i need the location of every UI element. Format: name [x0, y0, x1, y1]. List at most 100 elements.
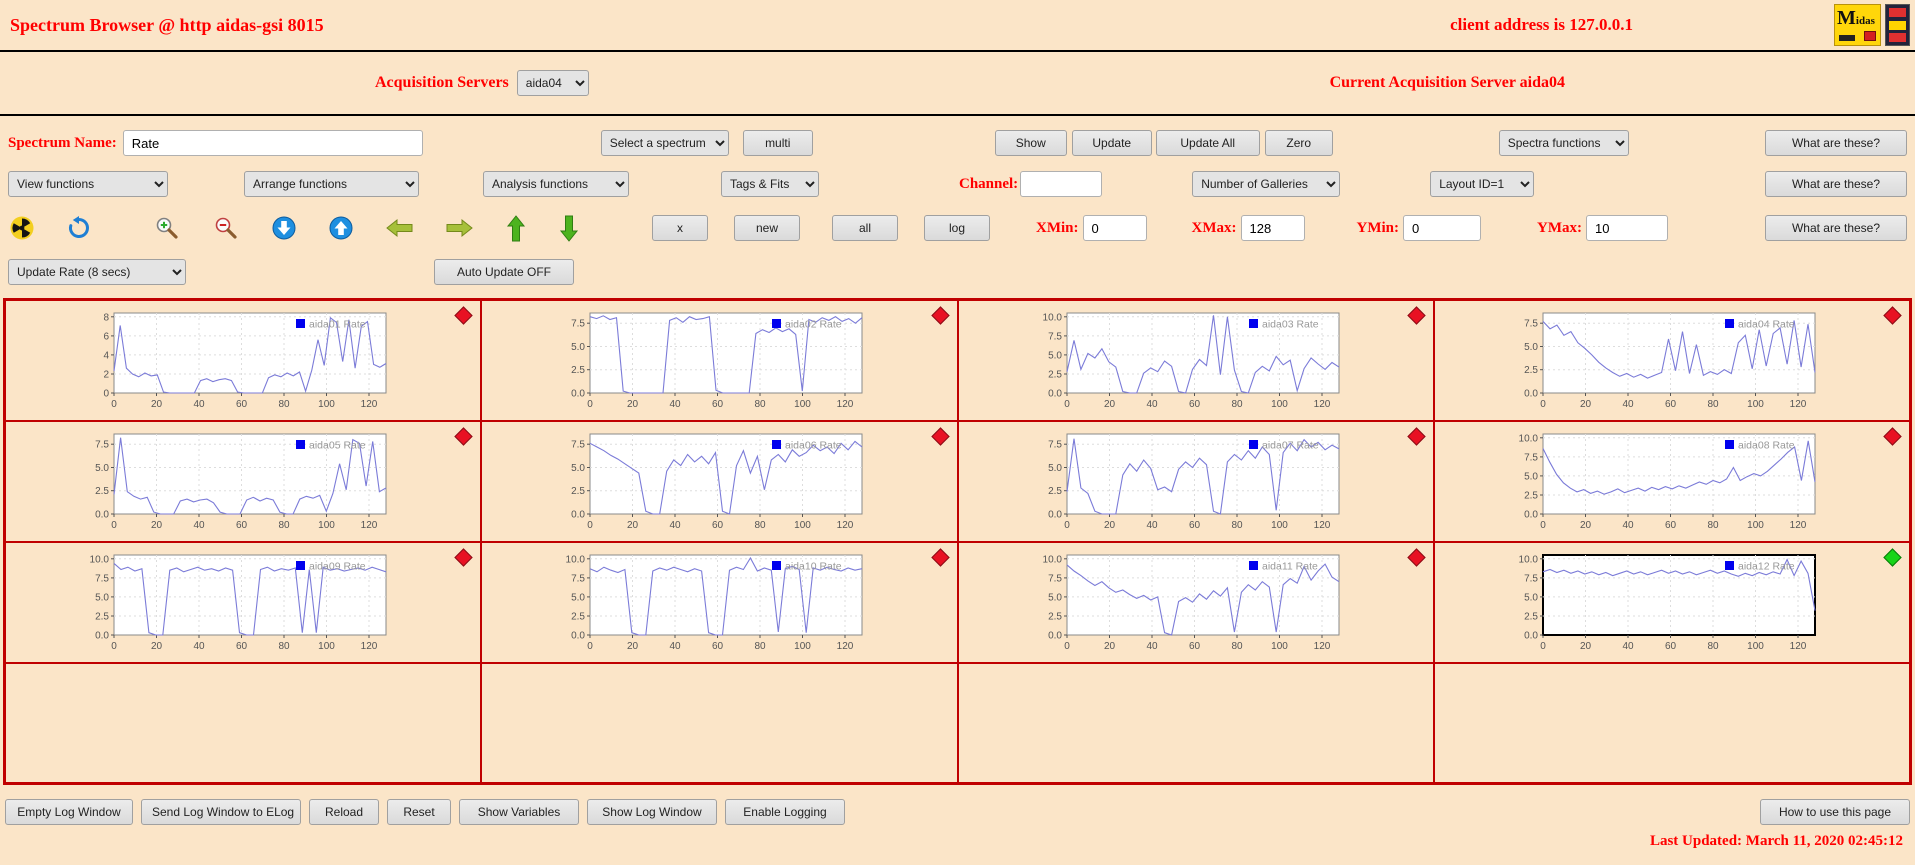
- acquisition-server-select[interactable]: aida04: [516, 70, 589, 96]
- spectrum-panel[interactable]: 0.0 2.5 5.0 7.5 10.0 0 20 40 60 80 100 120 aida11 Ra…: [957, 542, 1434, 663]
- spectrum-panel[interactable]: 0.0 2.5 5.0 7.5 10.0 0 20 40 60 80 100 120 aida10 Ra…: [481, 542, 958, 663]
- svg-text:120: 120: [1313, 641, 1330, 652]
- svg-text:0: 0: [1064, 399, 1070, 410]
- spectrum-panel[interactable]: 0.0 2.5 5.0 7.5 10.0 0 20 40 60 80 100 120 aida08 Ra…: [1433, 421, 1910, 542]
- reload-button[interactable]: Reload: [309, 799, 379, 825]
- svg-text:aida01 Rate: aida01 Rate: [309, 319, 366, 331]
- pan-left-icon[interactable]: [386, 218, 413, 238]
- help-button-functions[interactable]: What are these?: [1765, 171, 1907, 197]
- reset-button[interactable]: Reset: [387, 799, 451, 825]
- current-server-text: Current Acquisition Server aida04: [1329, 74, 1565, 91]
- svg-text:40: 40: [1146, 641, 1158, 652]
- svg-text:120: 120: [1313, 399, 1330, 410]
- spectrum-panel[interactable]: 0.0 2.5 5.0 7.5 0 20 40 60 80 100 120 aida07 Rate: [957, 421, 1434, 542]
- scale-up-icon[interactable]: [329, 216, 353, 240]
- svg-text:2.5: 2.5: [1048, 612, 1062, 623]
- svg-text:2.5: 2.5: [95, 612, 109, 623]
- rate-chart: 0.0 2.5 5.0 7.5 10.0 0 20 40 60 80 100 120 aida10 Ra…: [566, 554, 863, 652]
- help-button-spectrum[interactable]: What are these?: [1765, 130, 1907, 156]
- svg-text:40: 40: [193, 399, 205, 410]
- svg-text:aida04 Rate: aida04 Rate: [1738, 319, 1795, 331]
- zoom-out-icon[interactable]: [213, 215, 239, 241]
- help-button-zoom[interactable]: What are these?: [1765, 215, 1907, 241]
- send-log-to-elog-button[interactable]: Send Log Window to ELog: [141, 799, 301, 825]
- spectrum-panel[interactable]: 0.0 2.5 5.0 7.5 0 20 40 60 80 100 120 aida05 Rate: [5, 421, 482, 542]
- svg-text:100: 100: [1271, 399, 1288, 410]
- spectrum-panel[interactable]: 0 2 4 6 8 0 20 40 60 80 100 120 aida01 Rate: [5, 300, 482, 421]
- new-button[interactable]: new: [734, 215, 800, 241]
- ymin-input[interactable]: [1403, 215, 1481, 241]
- spectrum-panel[interactable]: 0.0 2.5 5.0 7.5 0 20 40 60 80 100 120 aida04 Rate: [1433, 300, 1910, 421]
- channel-input[interactable]: [1020, 171, 1103, 197]
- radiation-icon[interactable]: [10, 216, 34, 240]
- spectrum-panel[interactable]: 0.0 2.5 5.0 7.5 0 20 40 60 80 100 120 aida06 Rate: [481, 421, 958, 542]
- zero-button[interactable]: Zero: [1264, 130, 1333, 156]
- spectrum-panel[interactable]: 0.0 2.5 5.0 7.5 10.0 0 20 40 60 80 100 120 aida12 Ra…: [1433, 542, 1910, 663]
- number-of-galleries-dropdown[interactable]: Number of Galleries: [1192, 171, 1341, 197]
- svg-text:100: 100: [1747, 520, 1764, 531]
- svg-text:80: 80: [755, 641, 767, 652]
- footer-bar: Empty Log Window Send Log Window to ELog…: [0, 799, 1915, 825]
- scale-down-icon[interactable]: [272, 216, 296, 240]
- spectrum-panel[interactable]: 0.0 2.5 5.0 7.5 10.0 0 20 40 60 80 100 120 aida09 Ra…: [5, 542, 482, 663]
- server-bar: Acquisition Servers aida04 Current Acqui…: [0, 52, 1915, 114]
- show-button[interactable]: Show: [994, 130, 1067, 156]
- spectrum-bar: Spectrum Name: Select a spectrum multi S…: [0, 124, 1915, 162]
- spectrum-panel[interactable]: 0.0 2.5 5.0 7.5 10.0 0 20 40 60 80 100 120 aida03 Ra…: [957, 300, 1434, 421]
- spectrum-panel[interactable]: 0.0 2.5 5.0 7.5 0 20 40 60 80 100 120 aida02 Rate: [481, 300, 958, 421]
- svg-text:2.5: 2.5: [1048, 370, 1062, 381]
- svg-text:60: 60: [1188, 520, 1200, 531]
- svg-text:80: 80: [1231, 520, 1243, 531]
- tags-fits-dropdown[interactable]: Tags & Fits: [721, 171, 819, 197]
- pan-down-icon[interactable]: [559, 215, 579, 242]
- zoom-in-icon[interactable]: [154, 215, 180, 241]
- show-variables-button[interactable]: Show Variables: [459, 799, 579, 825]
- x-button[interactable]: x: [652, 215, 708, 241]
- spectrum-name-input[interactable]: [122, 130, 423, 156]
- svg-text:40: 40: [1146, 520, 1158, 531]
- xmin-input[interactable]: [1082, 215, 1147, 241]
- pan-right-icon[interactable]: [446, 218, 473, 238]
- layout-id-dropdown[interactable]: Layout ID=1: [1430, 171, 1535, 197]
- svg-text:aida07 Rate: aida07 Rate: [1262, 440, 1319, 452]
- log-button[interactable]: log: [924, 215, 990, 241]
- all-button[interactable]: all: [832, 215, 898, 241]
- svg-text:2: 2: [103, 370, 109, 381]
- svg-text:20: 20: [627, 520, 639, 531]
- rate-chart: 0.0 2.5 5.0 7.5 10.0 0 20 40 60 80 100 120 aida12 Ra…: [1518, 554, 1816, 652]
- svg-text:20: 20: [151, 641, 163, 652]
- refresh-icon[interactable]: [67, 216, 91, 240]
- enable-logging-button[interactable]: Enable Logging: [725, 799, 845, 825]
- update-all-button[interactable]: Update All: [1155, 130, 1260, 156]
- svg-text:60: 60: [1665, 641, 1677, 652]
- auto-update-button[interactable]: Auto Update OFF: [434, 259, 574, 285]
- multi-button[interactable]: multi: [742, 130, 813, 156]
- midas-logo-bar: [1839, 35, 1855, 41]
- svg-text:aida06 Rate: aida06 Rate: [785, 440, 842, 452]
- show-log-window-button[interactable]: Show Log Window: [587, 799, 717, 825]
- update-button[interactable]: Update: [1071, 130, 1152, 156]
- rate-chart: 0.0 2.5 5.0 7.5 10.0 0 20 40 60 80 100 120 aida08 Ra…: [1518, 433, 1816, 531]
- view-functions-dropdown[interactable]: View functions: [8, 171, 168, 197]
- svg-text:7.5: 7.5: [1048, 331, 1062, 342]
- svg-text:20: 20: [1103, 399, 1115, 410]
- svg-text:120: 120: [361, 399, 378, 410]
- spectra-functions-dropdown[interactable]: Spectra functions: [1498, 130, 1629, 156]
- pan-up-icon[interactable]: [506, 214, 526, 242]
- svg-text:100: 100: [794, 520, 811, 531]
- empty-log-window-button[interactable]: Empty Log Window: [5, 799, 133, 825]
- svg-text:20: 20: [1580, 520, 1592, 531]
- arrange-functions-dropdown[interactable]: Arrange functions: [244, 171, 419, 197]
- analysis-functions-dropdown[interactable]: Analysis functions: [483, 171, 629, 197]
- update-rate-dropdown[interactable]: Update Rate (8 secs): [8, 259, 186, 285]
- svg-text:7.5: 7.5: [1048, 573, 1062, 584]
- ymax-input[interactable]: [1586, 215, 1668, 241]
- svg-text:20: 20: [1103, 641, 1115, 652]
- svg-text:6: 6: [103, 331, 109, 342]
- how-to-use-button[interactable]: How to use this page: [1760, 799, 1910, 825]
- svg-text:0: 0: [1540, 641, 1546, 652]
- svg-text:2.5: 2.5: [1524, 612, 1538, 623]
- svg-text:80: 80: [1707, 520, 1719, 531]
- select-spectrum-dropdown[interactable]: Select a spectrum: [600, 130, 729, 156]
- xmax-input[interactable]: [1240, 215, 1305, 241]
